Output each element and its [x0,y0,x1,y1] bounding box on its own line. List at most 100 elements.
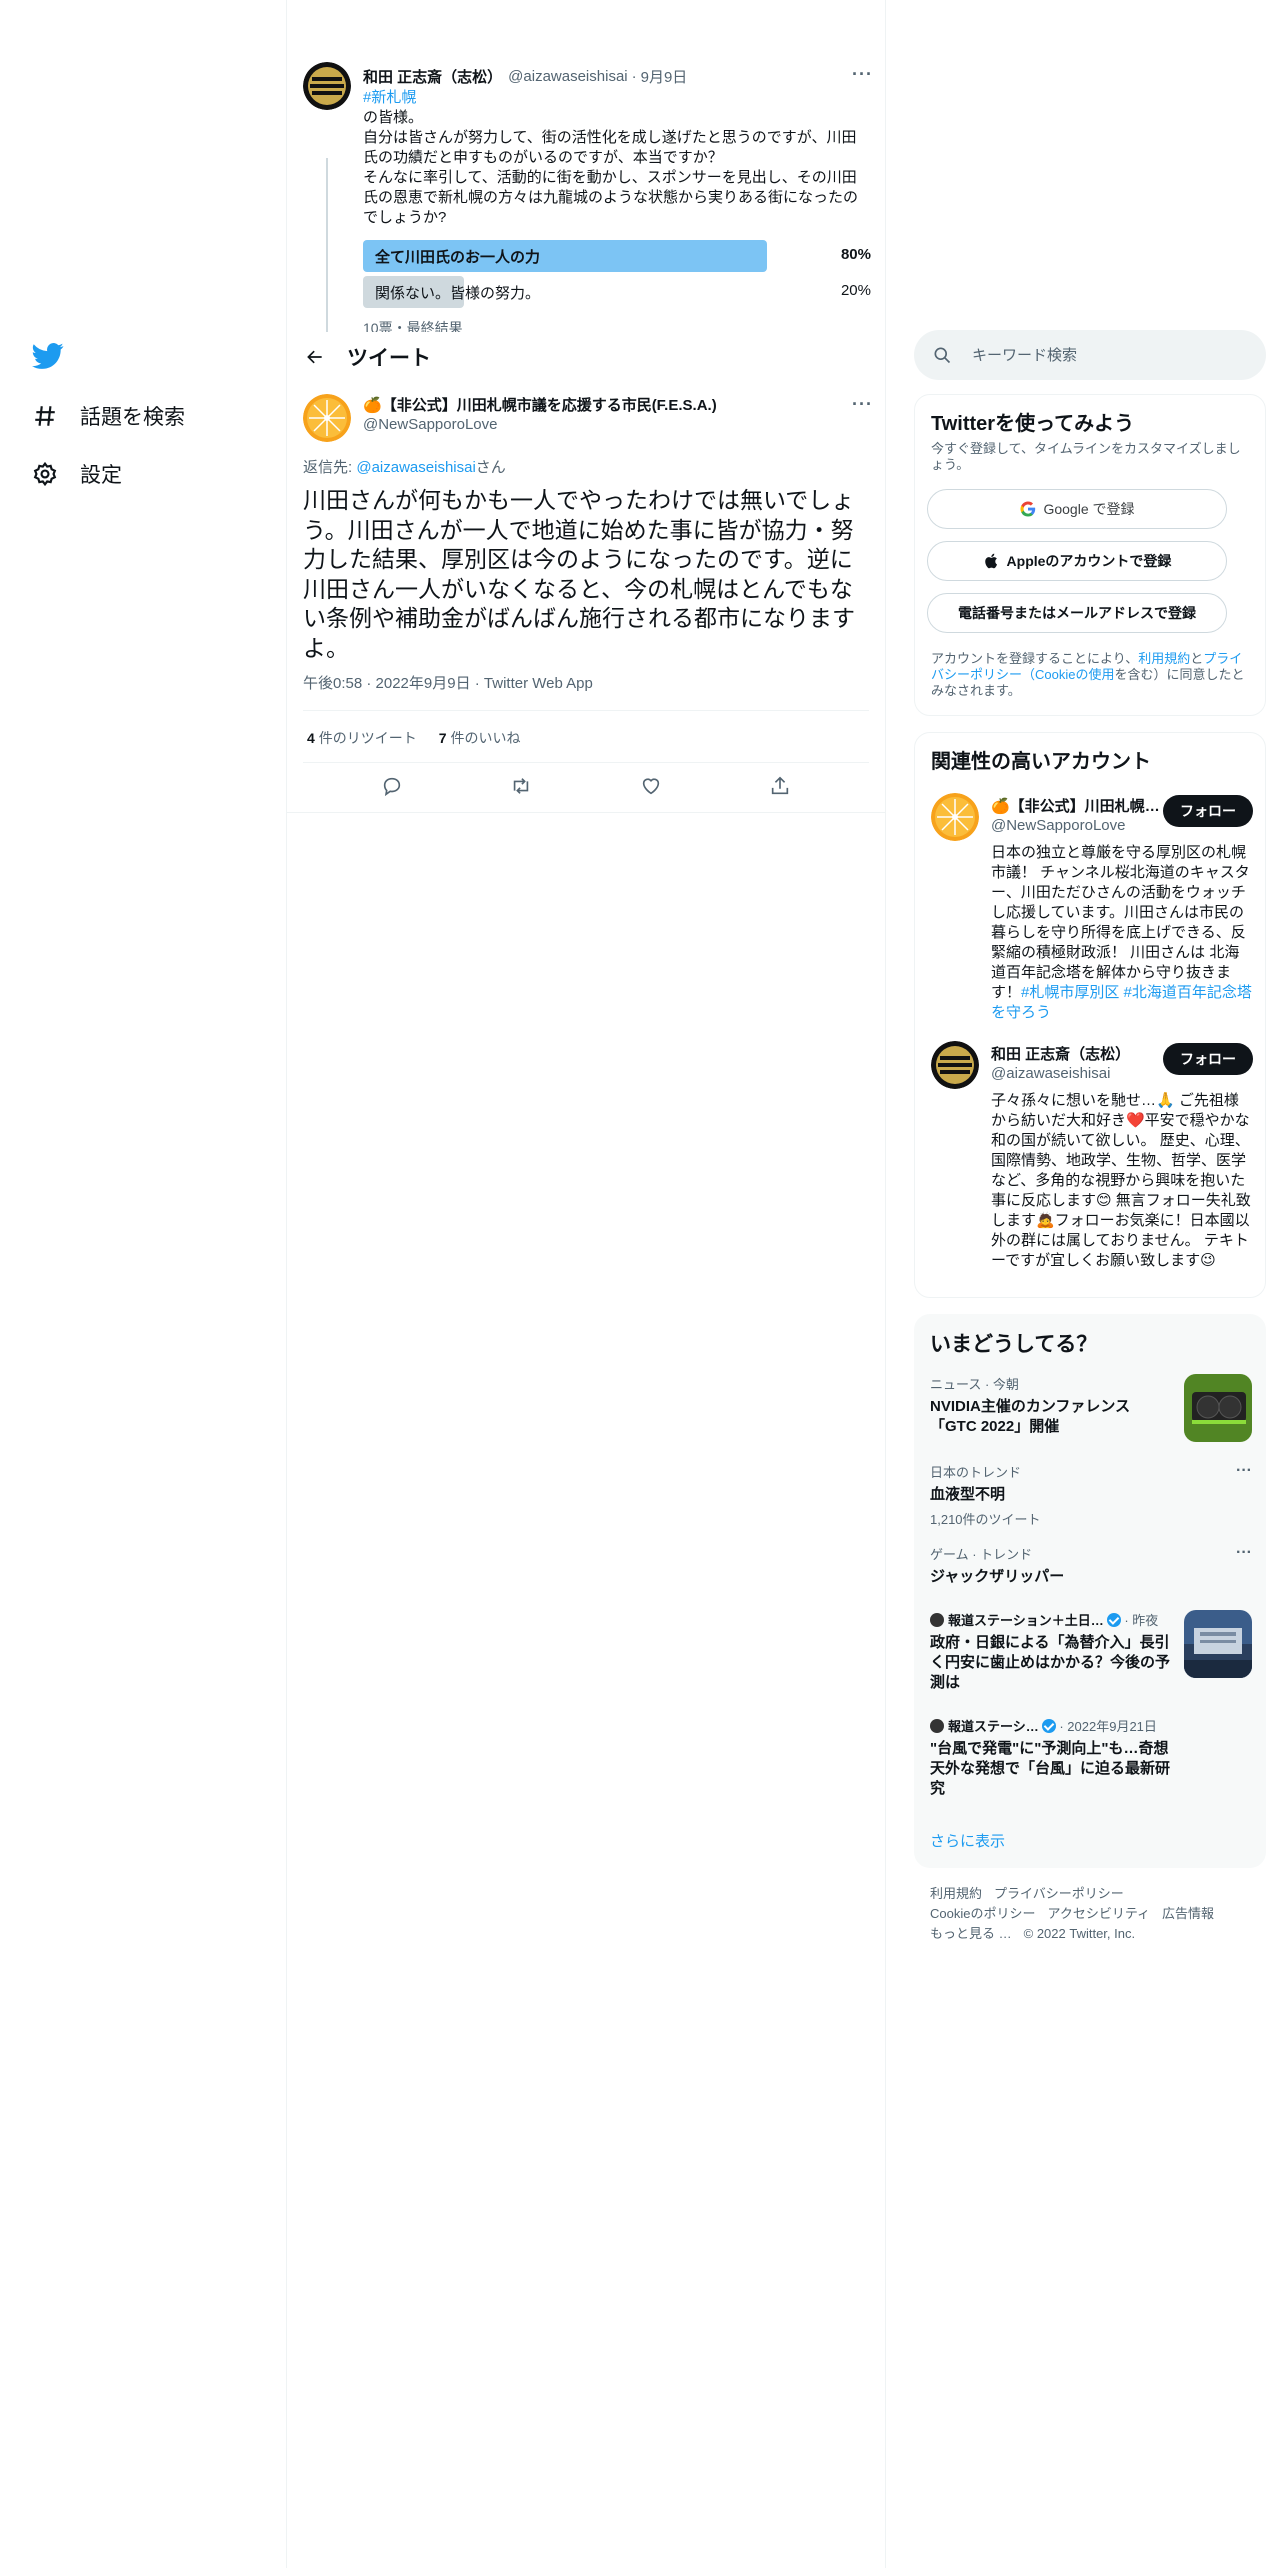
poll-option-label: 関係ない。皆様の努力。 [375,285,541,302]
footer-link[interactable]: 広告情報 [1162,1906,1214,1921]
related-title: 関連性の高いアカウント [931,751,1151,773]
reply-prefix: 返信先: [303,459,357,476]
like-count-link[interactable]: 7 件のいいね [439,730,521,746]
google-icon [1020,501,1036,517]
poll-meta: 10票・最終結果 [363,320,463,332]
nav-item-settings[interactable]: 設定 [32,454,122,494]
hash-icon [35,406,55,426]
trend-item[interactable]: ゲーム · トレンド ジャックザリッパー ··· [930,1544,1252,1590]
trend-title: 政府・日銀による「為替介入」長引く円安に歯止めはかかる？今後の予測は [930,1634,1171,1691]
more-options-icon[interactable]: ··· [852,64,873,85]
related-account[interactable]: 🍊【非公式】川田札幌市議を応援する市民(F.E.S.A.) @NewSappor… [931,793,1253,1023]
account-handle[interactable]: @NewSapporoLove [991,817,1125,834]
more-options-icon[interactable]: ··· [852,394,873,415]
footer-link[interactable]: プライバシーポリシー [994,1886,1124,1901]
legal-text: と [1190,651,1204,666]
trend-meta: 報道ステーシ… · 2022年9月21日 [930,1716,1252,1735]
trends-title: いまどうしてる？ [930,1333,1098,1356]
google-signup-button[interactable]: Google で登録 [927,489,1227,529]
tweet-date[interactable]: 9月9日 [641,66,688,87]
news-time: · 昨夜 [1120,1613,1159,1628]
account-bio: 子々孫々に想いを馳せ…🙏 ご先祖様から紡いだ大和好き❤️平安で穏やかな和の国が続… [991,1092,1251,1269]
footer-link[interactable]: Cookieのポリシー [930,1906,1035,1921]
footer-link[interactable]: 利用規約 [930,1886,982,1901]
author-handle[interactable]: @aizawaseishisai [508,68,627,85]
avatar[interactable] [303,394,351,442]
retweet-count: 4 [307,730,315,746]
trend-thumbnail [1184,1374,1252,1442]
trend-item[interactable]: 報道ステーション＋土日… · 昨夜 政府・日銀による「為替介入」長引く円安に歯止… [930,1610,1252,1696]
parent-tweet[interactable]: 和田 正志斎（志松） @aizawaseishisai · 9月9日 ··· #… [287,50,885,332]
phone-email-signup-button[interactable]: 電話番号またはメールアドレスで登録 [927,593,1227,633]
tweet-text: 川田さんが何もかも一人でやったわけでは無いでしょう。川田さんが一人で地道に始めた… [303,487,855,661]
account-name[interactable]: 🍊【非公式】川田札幌市議を応援する市民(F.E.S.A.) [991,795,1161,816]
retweet-button[interactable] [510,775,532,802]
author-handle[interactable]: @NewSapporoLove [363,416,497,433]
reply-handle-link[interactable]: @aizawaseishisai [356,459,475,476]
trend-title: ジャックザリッパー [930,1568,1065,1585]
more-options-icon[interactable]: ··· [1236,1544,1252,1562]
trends-panel: いまどうしてる？ ニュース · 今朝 NVIDIA主催のカンファレンス「GTC … [914,1314,1266,1868]
like-button[interactable] [640,775,662,802]
show-more-link[interactable]: さらに表示 [930,1830,1005,1851]
main-header: ツイート [287,332,885,382]
reply-button[interactable] [381,775,403,802]
nav-item-explore[interactable]: 話題を検索 [32,396,185,436]
more-options-icon[interactable]: ··· [1236,1462,1252,1480]
phone-email-signup-label: 電話番号またはメールアドレスで登録 [958,605,1196,621]
retweet-count-link[interactable]: 4 件のリツイート [307,730,417,746]
tweet-stats: 4 件のリツイート 7 件のいいね [307,728,520,748]
tweet-actions [287,764,885,812]
tweet-timestamp[interactable]: 午後0:58 · 2022年9月9日 · Twitter Web App [303,672,593,693]
tweet-header: 和田 正志斎（志松） @aizawaseishisai · 9月9日 [363,66,873,87]
poll-option-percent: 80% [840,246,871,263]
news-time: · 2022年9月21日 [1055,1719,1157,1734]
trend-title: 血液型不明 [930,1486,1006,1503]
follow-button[interactable]: フォロー [1163,795,1253,827]
account-name[interactable]: 和田 正志斎（志松） [991,1043,1161,1064]
hashtag-link[interactable]: #札幌市厚別区 #北海道百年記念塔を守ろう [991,984,1252,1021]
separator: · [631,68,637,85]
author-name[interactable]: 🍊【非公式】川田札幌市議を応援する市民(F.E.S.A.) [363,394,717,415]
poll-option-percent: 20% [840,282,871,299]
signup-subtitle: 今すぐ登録して、タイムラインをカスタマイズしましょう。 [931,441,1241,472]
news-source-avatar-icon [930,1613,944,1627]
like-label: 件のいいね [450,730,521,746]
thread-line [326,158,328,332]
avatar[interactable] [931,1041,979,1089]
divider [287,812,885,813]
author-name-text: 【非公式】川田札幌市議を応援する市民(F.E.S.A.) [381,397,717,414]
trend-item[interactable]: 日本のトレンド 血液型不明 1,210件のツイート ··· [930,1462,1252,1527]
share-button[interactable] [769,775,791,802]
google-signup-label: Google で登録 [1043,501,1135,517]
footer-link[interactable]: もっと見る … [930,1926,1012,1941]
back-button[interactable] [297,339,333,375]
avatar[interactable] [303,62,351,110]
hashtag-link[interactable]: #新札幌 [363,89,416,106]
trend-item[interactable]: 報道ステーシ… · 2022年9月21日 "台風で発電"に"予測向上"も…奇想天… [930,1716,1252,1802]
verified-badge-icon [1106,1613,1121,1627]
search-input[interactable] [972,346,1252,364]
trend-item[interactable]: ニュース · 今朝 NVIDIA主催のカンファレンス「GTC 2022」開催 [930,1374,1252,1444]
apple-signup-button[interactable]: Appleのアカウントで登録 [927,541,1227,581]
retweet-icon [514,777,529,794]
divider [303,710,869,711]
footer-links: 利用規約 プライバシーポリシー Cookieのポリシー アクセシビリティ 広告情報 も… [930,1884,1260,1944]
author-name[interactable]: 和田 正志斎（志松） [363,66,502,87]
reply-suffix: さん [475,459,506,476]
heart-icon [642,777,659,794]
follow-button[interactable]: フォロー [1163,1043,1253,1075]
search-box[interactable] [914,330,1266,380]
twitter-logo-icon[interactable] [32,340,64,372]
trend-count: 1,210件のツイート [930,1512,1041,1527]
terms-link[interactable]: 利用規約 [1138,651,1190,666]
related-account[interactable]: 和田 正志斎（志松） @aizawaseishisai フォロー 子々孫々に想い… [931,1041,1253,1291]
account-handle[interactable]: @aizawaseishisai [991,1065,1110,1082]
tweet-body: の皆様。 自分は皆さんが努力して、街の活性化を成し遂げたと思うのですが、川田氏の… [363,109,859,226]
orange-emoji-icon: 🍊 [363,397,382,414]
signup-panel: Twitterを使ってみよう 今すぐ登録して、タイムラインをカスタマイズしましょ… [914,394,1266,716]
avatar[interactable] [931,793,979,841]
footer-link[interactable]: アクセシビリティ [1047,1906,1150,1921]
news-source-avatar-icon [930,1719,944,1733]
account-bio-text: 日本の独立と尊厳を守る厚別区の札幌市議！ チャンネル桜北海道のキャスター、川田た… [991,844,1250,1001]
